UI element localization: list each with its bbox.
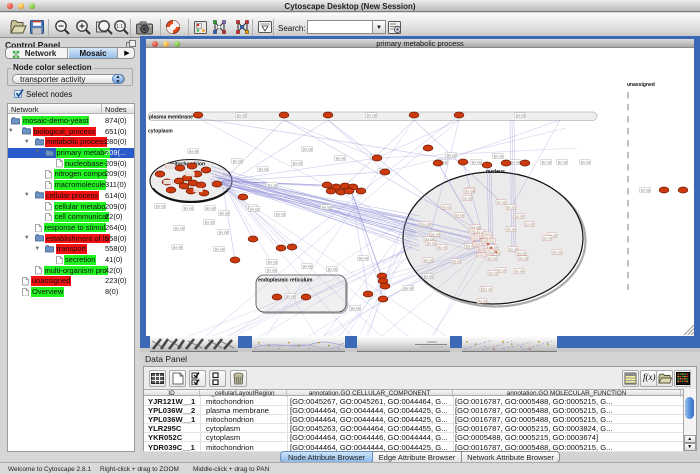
svg-text:[xx xx]: [xx xx]	[421, 222, 430, 226]
svg-text:[xx xx]: [xx xx]	[525, 222, 534, 226]
svg-text:plasma membrane: plasma membrane	[149, 115, 193, 121]
svg-text:[xx xx]: [xx xx]	[515, 214, 524, 218]
svg-text:[xxx]: [xxx]	[472, 236, 478, 240]
svg-text:[xx xx]: [xx xx]	[206, 206, 216, 210]
svg-text:[xx xx]: [xx xx]	[250, 207, 260, 211]
svg-text:[xxx]: [xxx]	[478, 253, 484, 257]
svg-text:[xx xx]: [xx xx]	[237, 113, 247, 117]
svg-text:[xx xx]: [xx xx]	[488, 256, 497, 260]
svg-text:[xx xx]: [xx xx]	[447, 153, 457, 157]
svg-text:[xx xx]: [xx xx]	[156, 204, 166, 208]
svg-text:[xx xx]: [xx xx]	[184, 206, 194, 210]
svg-text:[xx xx]: [xx xx]	[542, 160, 552, 164]
svg-text:[xx xx]: [xx xx]	[517, 251, 526, 255]
svg-text:[xx xx]: [xx xx]	[497, 200, 506, 204]
svg-text:[xx xx]: [xx xx]	[322, 205, 332, 209]
svg-text:[xx xx]: [xx xx]	[173, 245, 183, 249]
svg-text:[xx xx]: [xx xx]	[303, 147, 313, 151]
svg-text:[xx xx]: [xx xx]	[472, 160, 482, 164]
svg-text:[xx xx]: [xx xx]	[367, 113, 377, 117]
svg-text:[xx xx]: [xx xx]	[328, 267, 338, 271]
svg-text:[xx xx]: [xx xx]	[424, 258, 433, 262]
svg-text:[xx xx]: [xx xx]	[558, 160, 568, 164]
svg-text:[xx xx]: [xx xx]	[205, 220, 215, 224]
svg-text:[xx xx]: [xx xx]	[553, 250, 562, 254]
svg-text:[xx xx]: [xx xx]	[463, 196, 472, 200]
svg-text:[xxx]: [xxx]	[486, 249, 492, 253]
svg-text:[xx xx]: [xx xx]	[516, 113, 526, 117]
svg-text:[xx xx]: [xx xx]	[478, 299, 487, 303]
svg-text:[xx xx]: [xx xx]	[268, 260, 278, 264]
svg-text:[xx xx]: [xx xx]	[267, 268, 277, 272]
svg-text:cytoplasm: cytoplasm	[148, 129, 173, 135]
svg-text:[xx xx]: [xx xx]	[233, 159, 243, 163]
svg-text:[xxx]: [xxx]	[187, 172, 193, 176]
svg-text:[xx xx]: [xx xx]	[494, 154, 504, 158]
svg-text:[xx xx]: [xx xx]	[286, 294, 296, 298]
svg-text:[xx xx]: [xx xx]	[511, 160, 521, 164]
svg-text:[xxx]: [xxx]	[470, 229, 476, 233]
svg-text:[xx xx]: [xx xx]	[219, 230, 229, 234]
svg-text:[xx xx]: [xx xx]	[359, 256, 369, 260]
svg-text:[xxx]: [xxx]	[484, 232, 490, 236]
svg-text:[xx xx]: [xx xx]	[215, 247, 225, 251]
svg-text:[xxx]: [xxx]	[488, 239, 494, 243]
svg-text:[xx xx]: [xx xx]	[465, 189, 474, 193]
svg-text:[xx xx]: [xx xx]	[581, 160, 591, 164]
svg-text:[xxx]: [xxx]	[165, 180, 171, 184]
svg-text:[xx xx]: [xx xx]	[442, 205, 451, 209]
svg-text:[xx xx]: [xx xx]	[543, 236, 552, 240]
svg-text:[xx xx]: [xx xx]	[276, 212, 286, 216]
svg-text:endoplasmic reticulum: endoplasmic reticulum	[258, 278, 313, 284]
svg-text:[xx xx]: [xx xx]	[489, 271, 498, 275]
svg-text:[xx xx]: [xx xx]	[497, 268, 506, 272]
svg-text:[xx xx]: [xx xx]	[220, 211, 230, 215]
svg-text:[xx xx]: [xx xx]	[483, 287, 492, 291]
svg-text:[xx xx]: [xx xx]	[455, 213, 464, 217]
svg-text:[xx xx]: [xx xx]	[507, 227, 516, 231]
svg-text:[xx xx]: [xx xx]	[452, 259, 461, 263]
svg-text:[xx xx]: [xx xx]	[293, 161, 303, 165]
svg-text:nucleus: nucleus	[486, 169, 505, 175]
svg-text:1:1: 1:1	[116, 24, 123, 30]
svg-text:[xx xx]: [xx xx]	[431, 232, 440, 236]
svg-text:[xx xx]: [xx xx]	[303, 264, 313, 268]
svg-text:[xx xx]: [xx xx]	[438, 245, 447, 249]
svg-text:[xx xx]: [xx xx]	[336, 156, 346, 160]
svg-text:[xx xx]: [xx xx]	[259, 167, 269, 171]
svg-text:[xxx]: [xxx]	[195, 188, 201, 192]
svg-text:[xx xx]: [xx xx]	[175, 226, 185, 230]
svg-text:[xx xx]: [xx xx]	[424, 274, 434, 278]
svg-text:[xx xx]: [xx xx]	[515, 269, 524, 273]
svg-text:[xx xx]: [xx xx]	[507, 205, 516, 209]
svg-text:[xxx]: [xxx]	[167, 164, 173, 168]
svg-text:[xx xx]: [xx xx]	[351, 306, 361, 310]
svg-text:[xx xx]: [xx xx]	[641, 188, 651, 192]
svg-text:[xx xx]: [xx xx]	[519, 256, 528, 260]
svg-text:[xx xx]: [xx xx]	[404, 286, 414, 290]
svg-text:[xx xx]: [xx xx]	[268, 183, 278, 187]
svg-text:unassigned: unassigned	[627, 82, 655, 88]
svg-text:[xx xx]: [xx xx]	[189, 149, 199, 153]
svg-text:[xx xx]: [xx xx]	[427, 241, 436, 245]
